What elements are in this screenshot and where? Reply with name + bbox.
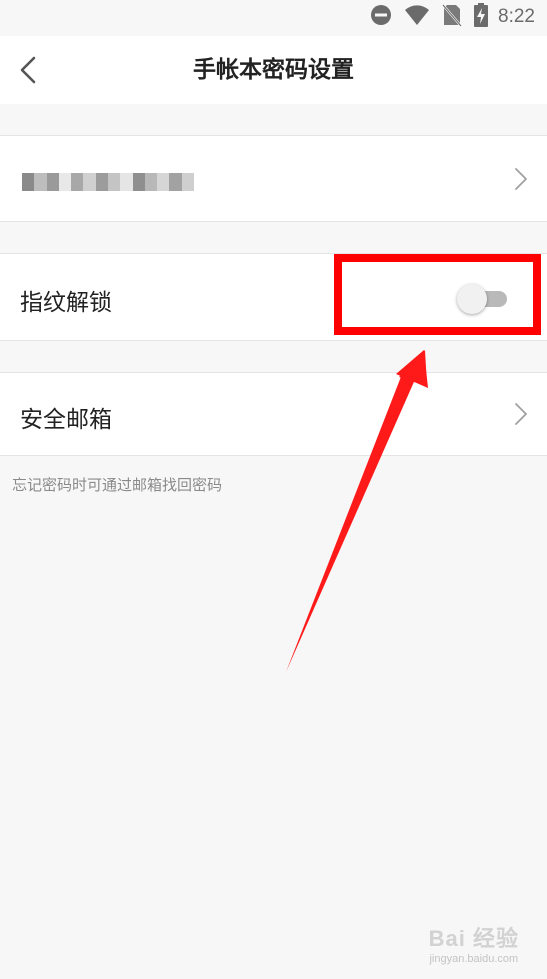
nav-bar: 手帐本密码设置 — [0, 36, 547, 104]
watermark: Bai 经验 jingyan.baidu.com — [429, 921, 519, 965]
security-email-row[interactable]: 安全邮箱 — [0, 372, 547, 456]
no-sim-icon — [442, 3, 462, 31]
page-title: 手帐本密码设置 — [193, 57, 354, 83]
watermark-main: Bai 经验 — [428, 926, 519, 951]
password-setting-row[interactable] — [0, 135, 547, 222]
status-bar: 8:22 — [0, 0, 547, 36]
obscured-label — [22, 173, 194, 191]
chevron-right-icon — [515, 168, 527, 190]
highlight-box — [334, 254, 541, 335]
do-not-disturb-icon — [370, 4, 392, 30]
chevron-right-icon — [515, 403, 527, 425]
battery-charging-icon — [474, 3, 489, 31]
status-icons: 8:22 — [370, 3, 535, 31]
fingerprint-unlock-label: 指纹解锁 — [20, 290, 112, 316]
security-email-label: 安全邮箱 — [20, 407, 112, 433]
status-time: 8:22 — [498, 6, 535, 27]
wifi-icon — [404, 4, 430, 30]
email-hint-text: 忘记密码时可通过邮箱找回密码 — [12, 476, 223, 494]
watermark-sub: jingyan.baidu.com — [429, 953, 519, 965]
